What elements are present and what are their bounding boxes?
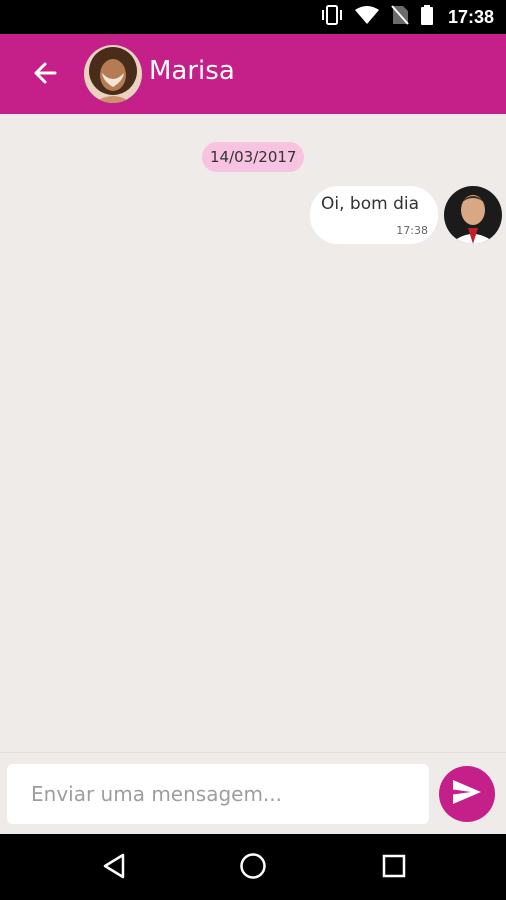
vibrate-icon bbox=[320, 4, 344, 30]
contact-avatar[interactable] bbox=[84, 45, 142, 103]
recents-square-icon bbox=[381, 853, 407, 883]
message-list[interactable]: 14/03/2017 Oi, bom dia 17:38 bbox=[0, 114, 506, 752]
nav-back-button[interactable] bbox=[97, 851, 131, 885]
back-triangle-icon bbox=[101, 852, 127, 884]
nav-home-button[interactable] bbox=[236, 851, 270, 885]
contact-name: Marisa bbox=[149, 56, 235, 86]
home-circle-icon bbox=[239, 852, 267, 884]
message-bubble[interactable]: Oi, bom dia 17:38 bbox=[310, 186, 438, 244]
date-separator: 14/03/2017 bbox=[202, 142, 305, 172]
chat-header: Marisa bbox=[0, 34, 506, 114]
message-time: 17:38 bbox=[396, 224, 428, 237]
wifi-icon bbox=[354, 4, 380, 30]
nav-recents-button[interactable] bbox=[377, 851, 411, 885]
send-button[interactable] bbox=[439, 766, 495, 822]
status-bar: 17:38 bbox=[0, 0, 506, 34]
status-time: 17:38 bbox=[447, 6, 494, 27]
message-input[interactable] bbox=[7, 764, 429, 824]
battery-icon bbox=[420, 4, 434, 30]
message-composer bbox=[0, 752, 506, 835]
navigation-bar bbox=[0, 834, 506, 900]
no-sim-icon bbox=[390, 4, 410, 30]
send-icon bbox=[452, 779, 482, 809]
sender-avatar[interactable] bbox=[444, 186, 502, 244]
back-button[interactable] bbox=[26, 56, 64, 94]
message-text: Oi, bom dia bbox=[321, 194, 419, 214]
arrow-back-icon bbox=[32, 60, 58, 90]
status-icons: 17:38 bbox=[320, 0, 494, 34]
